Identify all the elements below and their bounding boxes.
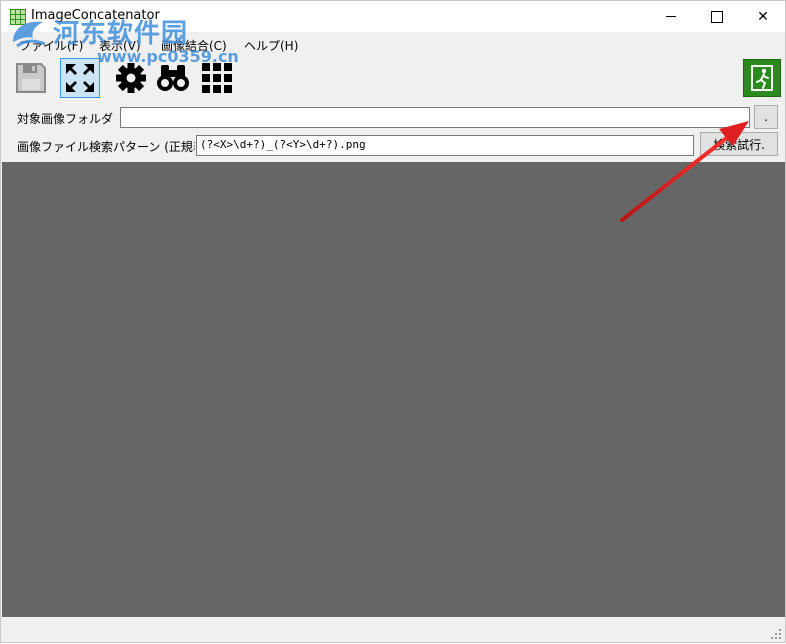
app-window: ImageConcatenator ✕ ファイル(F) 表示(V) 画像結合(C… — [0, 0, 786, 643]
folder-path-input[interactable] — [120, 107, 750, 128]
close-icon: ✕ — [757, 8, 769, 25]
exit-button[interactable] — [743, 59, 781, 97]
watermark-logo-icon — [13, 21, 46, 48]
folder-label: 対象画像フォルダ — [17, 112, 114, 126]
maximize-icon — [711, 10, 723, 23]
watermark-text: 河东软件园 — [53, 19, 189, 49]
exit-door-icon — [751, 65, 773, 91]
pattern-input[interactable]: (?<X>\d+?)_(?<Y>\d+?).png — [196, 135, 694, 156]
grid-icon — [202, 63, 232, 93]
settings-gear-icon — [116, 63, 146, 93]
binoculars-icon — [157, 65, 189, 91]
pattern-label: 画像ファイル検索パターン (正規表 — [17, 140, 195, 154]
minimize-button[interactable] — [648, 1, 694, 32]
resize-grip-icon[interactable] — [771, 629, 781, 639]
search-test-button[interactable]: 検索試行. — [700, 132, 778, 156]
watermark-url: www.pc0359.cn — [97, 47, 239, 66]
save-icon — [16, 63, 46, 93]
fit-screen-button[interactable] — [60, 58, 100, 98]
status-bar — [2, 618, 785, 642]
save-button[interactable] — [11, 58, 51, 98]
minimize-icon — [666, 16, 676, 17]
menu-help[interactable]: ヘルプ(H) — [244, 37, 298, 54]
image-canvas[interactable] — [2, 162, 785, 617]
close-button[interactable]: ✕ — [740, 1, 786, 32]
browse-folder-button[interactable]: . — [754, 105, 778, 129]
maximize-button[interactable] — [694, 1, 740, 32]
fit-screen-icon — [66, 64, 94, 92]
